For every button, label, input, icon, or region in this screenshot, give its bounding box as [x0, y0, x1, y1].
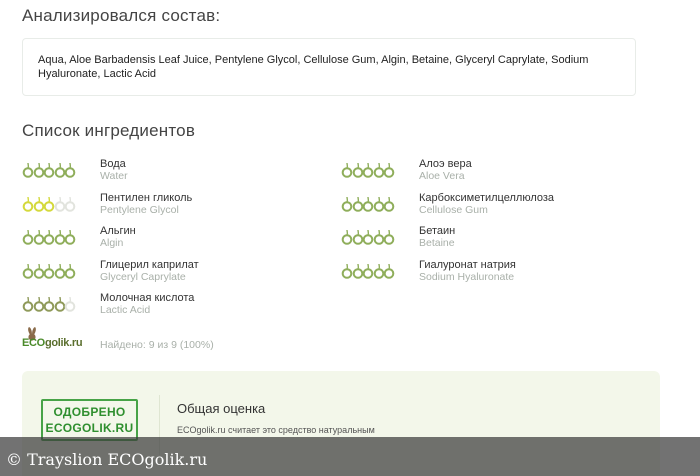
- overall-rating-title: Общая оценка: [177, 401, 266, 416]
- watermark-text: © Trayslion ECOgolik.ru: [6, 450, 208, 469]
- ingredient-name: Альгин: [100, 225, 136, 237]
- ingredient-name: Алоэ вера: [419, 158, 472, 170]
- ingredient-name: Молочная кислота: [100, 292, 195, 304]
- safety-rating: [22, 263, 78, 279]
- ingredient-name: Бетаин: [419, 225, 456, 237]
- ingredient-latin-name: Aloe Vera: [419, 170, 465, 182]
- ingredient-latin-name: Algin: [100, 237, 124, 249]
- ecogolik-logo[interactable]: ECOgolik.ru: [22, 327, 92, 353]
- safety-rating: [22, 162, 78, 178]
- safety-rating: [22, 229, 78, 245]
- ingredient-name: Гиалуронат натрия: [419, 258, 516, 271]
- composition-ingredient: Betaine: [411, 54, 450, 66]
- ingredient-name: Вода: [100, 158, 126, 170]
- ingredient-item[interactable]: Альгин Algin: [22, 224, 322, 252]
- safety-rating: [22, 296, 78, 312]
- ingredient-latin-name: Lactic Acid: [100, 304, 151, 316]
- overall-rating-text: ECOgolik.ru считает это средство натурал…: [177, 425, 375, 435]
- composition-ingredient: Aloe Barbadensis Leaf Juice: [69, 54, 209, 66]
- safety-rating: [341, 263, 397, 279]
- ingredient-name: Пентилен гликоль: [100, 191, 193, 204]
- ingredient-item[interactable]: Алоэ вера Aloe Vera: [341, 157, 641, 185]
- composition-box: Aqua, Aloe Barbadensis Leaf Juice, Penty…: [22, 38, 636, 96]
- watermark-bar: © Trayslion ECOgolik.ru: [0, 437, 700, 476]
- ingredient-item[interactable]: Гиалуронат натрия Sodium Hyaluronate: [341, 258, 641, 286]
- ingredient-item[interactable]: Глицерил каприлат Glyceryl Caprylate: [22, 258, 322, 286]
- approved-stamp: ОДОБРЕНО ECOGOLIK.RU: [41, 399, 138, 441]
- composition-ingredient: Cellulose Gum: [303, 54, 376, 66]
- ingredient-item[interactable]: Карбоксиметилцеллюлоза Cellulose Gum: [341, 191, 641, 219]
- summary-row: ECOgolik.ru Найдено: 9 из 9 (100%): [22, 327, 422, 357]
- ingredient-item[interactable]: Молочная кислота Lactic Acid: [22, 291, 322, 319]
- ingredient-item[interactable]: Вода Water: [22, 157, 322, 185]
- stamp-line-2: ECOGOLIK.RU: [45, 421, 134, 435]
- ingredient-latin-name: Glyceryl Caprylate: [100, 270, 186, 283]
- logo-text: ECOgolik.ru: [22, 337, 83, 349]
- composition-ingredient: Glyceryl Caprylate: [455, 54, 545, 66]
- rating-drop-icon: [64, 296, 76, 312]
- found-count: Найдено: 9 из 9 (100%): [100, 339, 214, 351]
- ingredient-item[interactable]: Бетаин Betaine: [341, 224, 641, 252]
- stamp-line-1: ОДОБРЕНО: [53, 405, 126, 419]
- ingredient-name: Глицерил каприлат: [100, 258, 199, 271]
- ingredient-item[interactable]: Пентилен гликоль Pentylene Glycol: [22, 191, 322, 219]
- rating-drop-icon: [383, 162, 395, 178]
- rating-drop-icon: [383, 229, 395, 245]
- ingredients-list-title: Список ингредиентов: [22, 121, 196, 140]
- ingredient-latin-name: Betaine: [419, 237, 455, 249]
- ingredient-name: Карбоксиметилцеллюлоза: [419, 191, 555, 204]
- ingredient-latin-name: Pentylene Glycol: [100, 203, 179, 216]
- rating-drop-icon: [383, 263, 395, 279]
- safety-rating: [341, 229, 397, 245]
- composition-ingredient: Pentylene Glycol: [214, 54, 298, 66]
- rating-drop-icon: [64, 162, 76, 178]
- safety-rating: [341, 162, 397, 178]
- composition-ingredient: Algin: [381, 54, 406, 66]
- ingredient-latin-name: Cellulose Gum: [419, 203, 488, 216]
- safety-rating: [22, 196, 78, 212]
- composition-ingredient: Aqua: [38, 54, 64, 66]
- composition-ingredient: Lactic Acid: [103, 68, 157, 80]
- rating-drop-icon: [64, 196, 76, 212]
- rating-drop-icon: [383, 196, 395, 212]
- rating-drop-icon: [64, 229, 76, 245]
- ingredient-latin-name: Water: [100, 170, 128, 182]
- composition-title: Анализировался состав:: [22, 6, 221, 25]
- rating-drop-icon: [64, 263, 76, 279]
- ingredient-latin-name: Sodium Hyaluronate: [419, 270, 515, 283]
- safety-rating: [341, 196, 397, 212]
